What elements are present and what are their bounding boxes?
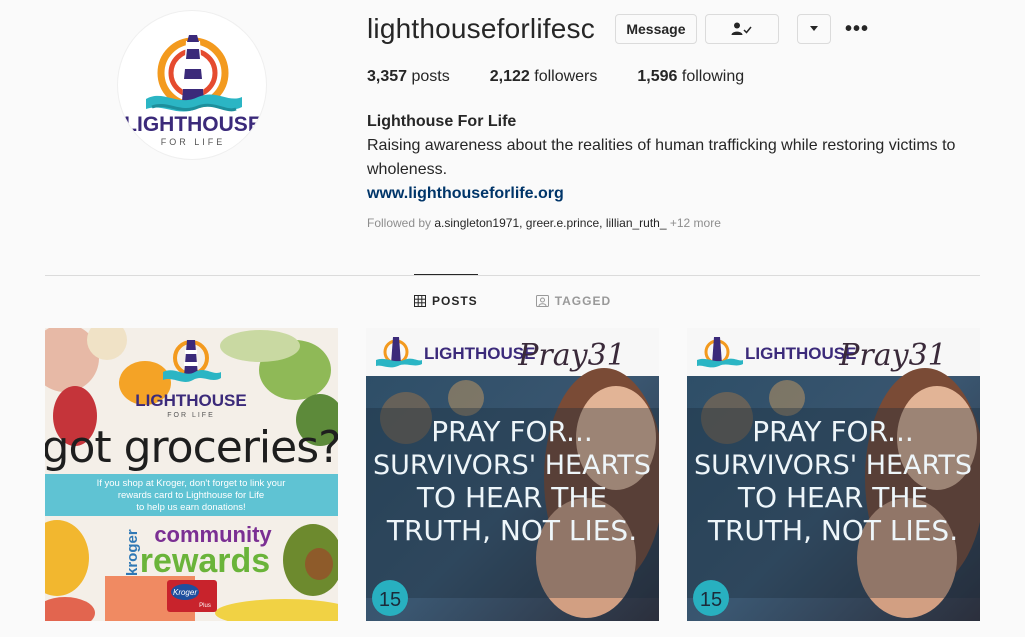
post-script-title: Pray31 [838, 338, 947, 373]
post-card-sub: Plus [199, 603, 211, 609]
post-tile[interactable]: LIGHTHOUSE FOR LIFE got groceries? If yo… [45, 328, 338, 621]
following-count: 1,596 [637, 68, 678, 85]
message-button[interactable]: Message [614, 14, 697, 44]
display-name: Lighthouse For Life [367, 113, 517, 130]
post-card-text: Kroger [173, 588, 197, 597]
post-logo-main: LIGHTHOUSE [135, 391, 246, 410]
post-line-1: PRAY FOR... [752, 415, 914, 448]
suggested-dropdown-button[interactable] [796, 14, 831, 44]
post-line-2: SURVIVORS' HEARTS [373, 450, 651, 481]
active-tab-indicator [414, 274, 478, 275]
post-image-pray31: LIGHTHOUSE Pray31 PRAY FOR... SURVIVORS'… [366, 328, 659, 621]
post-line-3: TO HEAR THE [416, 481, 607, 514]
post-line-4: TRUTH, NOT LIES. [707, 514, 958, 547]
posts-label: posts [411, 68, 450, 85]
posts-stat: 3,357 posts [367, 68, 450, 86]
tab-posts[interactable]: POSTS [414, 294, 478, 308]
website-link[interactable]: www.lighthouseforlife.org [367, 185, 564, 202]
profile-header: lighthouseforlifesc Message ••• [367, 12, 869, 46]
followed-by-prefix: Followed by [367, 216, 435, 230]
profile-bio: Lighthouse For Life Raising awareness ab… [367, 110, 987, 206]
post-day-number: 15 [700, 589, 722, 611]
profile-avatar[interactable]: LIGHTHOUSE FOR LIFE [117, 10, 267, 160]
tabs-divider [45, 275, 980, 276]
profile-tabs: POSTS TAGGED [414, 294, 669, 308]
post-script-title: Pray31 [517, 338, 626, 373]
post-banner-line-3: to help us earn donations! [136, 502, 245, 513]
posts-count: 3,357 [367, 68, 408, 85]
followed-by-names: a.singleton1971, greer.e.prince, lillian… [434, 216, 667, 230]
post-day-number: 15 [379, 589, 401, 611]
followed-by-more: +12 more [666, 216, 721, 230]
post-tile[interactable]: LIGHTHOUSE Pray31 PRAY FOR... SURVIVORS'… [687, 328, 980, 621]
following-label: following [681, 68, 745, 85]
tab-tagged-label: TAGGED [554, 294, 612, 308]
logo-main-text: LIGHTHOUSE [124, 113, 262, 136]
followed-by[interactable]: Followed by a.singleton1971, greer.e.pri… [367, 216, 721, 230]
post-image-pray31: LIGHTHOUSE Pray31 PRAY FOR... SURVIVORS'… [687, 328, 980, 621]
tab-posts-label: POSTS [432, 294, 478, 308]
more-options-icon[interactable]: ••• [845, 18, 869, 41]
post-line-1: PRAY FOR... [431, 415, 593, 448]
profile-stats: 3,357 posts 2,122 followers 1,596 follow… [367, 68, 784, 86]
post-headline: got groceries? [45, 422, 338, 473]
post-line-2: SURVIVORS' HEARTS [694, 450, 972, 481]
followers-count: 2,122 [489, 68, 530, 85]
following-button[interactable] [704, 14, 779, 44]
post-brand-bottom: rewards [140, 542, 270, 580]
followers-stat[interactable]: 2,122 followers [490, 68, 598, 86]
followers-label: followers [534, 68, 598, 85]
bio-text: Raising awareness about the realities of… [367, 137, 956, 178]
post-brand-side: kroger [124, 529, 141, 576]
post-image-groceries: LIGHTHOUSE FOR LIFE got groceries? If yo… [45, 328, 338, 621]
post-tile[interactable]: LIGHTHOUSE Pray31 PRAY FOR... SURVIVORS'… [366, 328, 659, 621]
logo-sub-text: FOR LIFE [161, 137, 226, 147]
grid-icon [414, 295, 426, 307]
username: lighthouseforlifesc [367, 13, 595, 44]
post-line-3: TO HEAR THE [737, 481, 928, 514]
tab-tagged[interactable]: TAGGED [535, 294, 612, 308]
following-stat[interactable]: 1,596 following [637, 68, 744, 86]
post-banner-line-2: rewards card to Lighthouse for Life [118, 490, 264, 501]
tagged-icon [535, 295, 549, 307]
post-logo-sub: FOR LIFE [167, 412, 215, 419]
post-banner-line-1: If you shop at Kroger, don't forget to l… [97, 478, 286, 489]
person-check-icon [731, 22, 752, 35]
lighthouse-logo: LIGHTHOUSE FOR LIFE [124, 35, 262, 147]
chevron-down-icon [809, 26, 818, 31]
post-line-4: TRUTH, NOT LIES. [386, 514, 637, 547]
